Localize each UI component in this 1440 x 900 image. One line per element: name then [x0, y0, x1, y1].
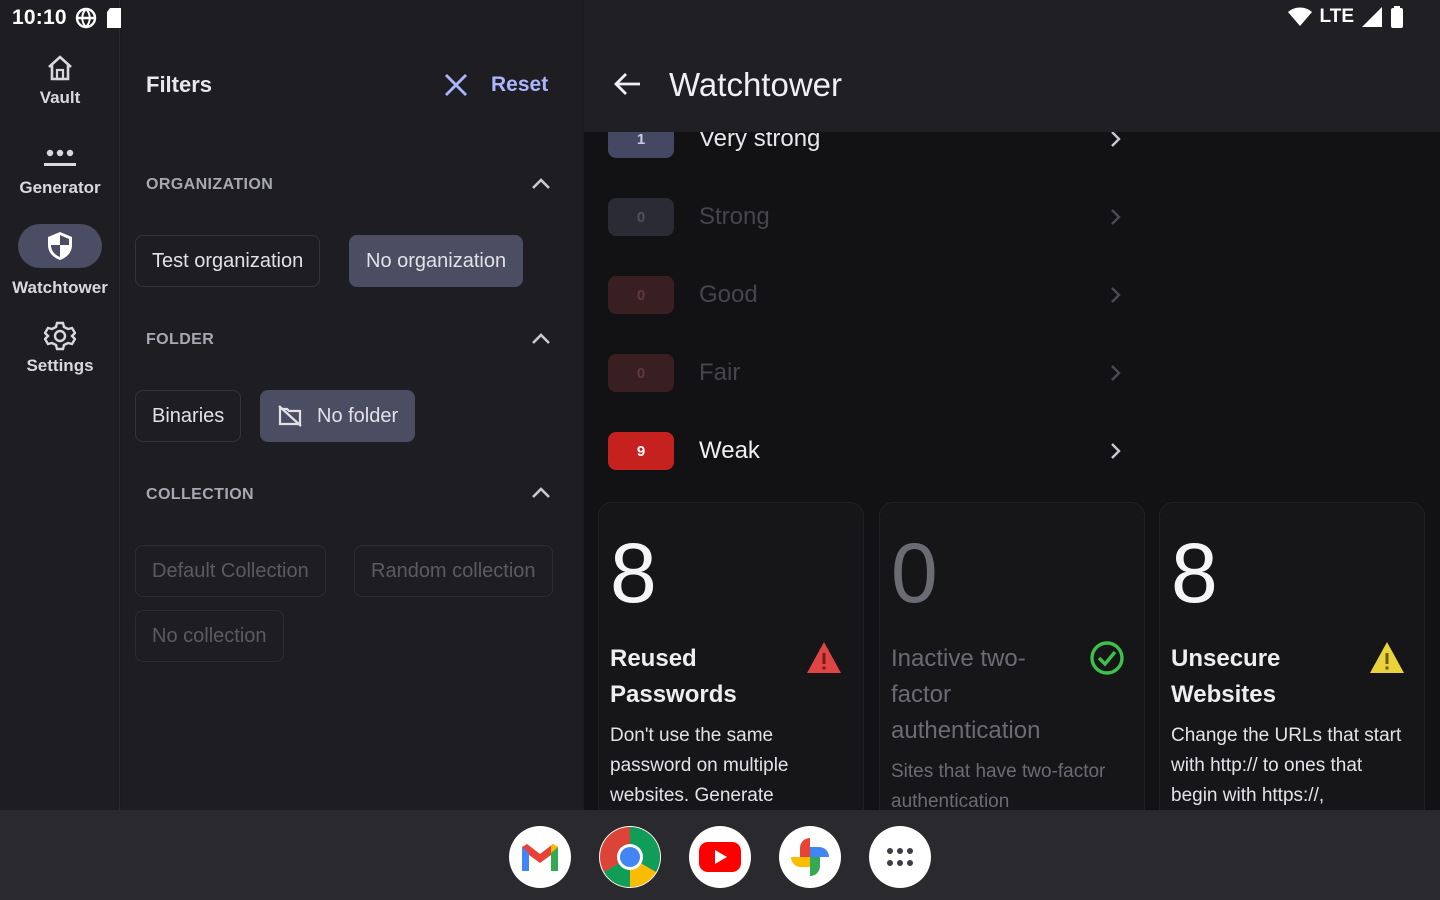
nav-rail: Vault Generator Watchtower Settings — [0, 0, 120, 810]
vpn-globe-icon — [75, 7, 96, 29]
app-drawer[interactable] — [869, 826, 931, 888]
strength-count-badge: 9 — [608, 432, 674, 470]
check-circle-icon — [1090, 641, 1124, 675]
chevron-up-icon[interactable] — [527, 170, 555, 198]
photos-icon — [791, 838, 829, 876]
strength-row-weak[interactable]: 9 Weak — [608, 432, 1124, 472]
folder-off-icon — [278, 405, 302, 427]
chip-label: Binaries — [152, 404, 225, 427]
chip-label: Default Collection — [152, 559, 309, 582]
strength-row-good[interactable]: 0 Good — [608, 276, 1124, 316]
app-drawer-icon — [887, 848, 913, 866]
gmail-icon — [522, 844, 558, 871]
chevron-up-icon[interactable] — [527, 479, 555, 507]
shield-icon — [48, 232, 72, 260]
filters-title: Filters — [146, 72, 213, 97]
chip-default-collection[interactable]: Default Collection — [135, 545, 326, 597]
sd-card-icon — [106, 8, 121, 28]
warning-red-icon — [807, 642, 841, 673]
strength-count-badge: 0 — [608, 354, 674, 392]
strength-row-fair[interactable]: 0 Fair — [608, 354, 1124, 394]
section-title-folder: FOLDER — [146, 331, 215, 348]
card-reused-passwords[interactable]: 8 Reused Passwords Don't use the same pa… — [598, 502, 864, 810]
card-count: 8 — [1171, 526, 1218, 620]
chrome-icon — [600, 826, 660, 888]
reset-button[interactable]: Reset — [491, 73, 548, 97]
signal-icon — [1362, 7, 1382, 27]
nav-item-settings[interactable]: Settings — [0, 314, 120, 376]
card-description: Sites that have two-factor authenticatio… — [891, 761, 1106, 810]
page-title: Watchtower — [669, 66, 842, 103]
chip-test-organization[interactable]: Test organization — [135, 235, 321, 287]
nav-icon-container — [18, 136, 102, 180]
status-time: 10:10 — [12, 6, 67, 29]
status-right: LTE — [1287, 6, 1404, 28]
card-description: Don't use the same password on multiple … — [610, 725, 789, 806]
chip-no-collection[interactable]: No collection — [135, 610, 284, 662]
strength-count-badge: 0 — [608, 198, 674, 236]
gmail-app[interactable] — [509, 826, 571, 888]
nav-label-settings: Settings — [26, 356, 94, 375]
section-title-collection: COLLECTION — [146, 486, 254, 503]
youtube-app[interactable] — [689, 826, 751, 888]
strength-label: Weak — [699, 437, 760, 464]
chip-random-collection[interactable]: Random collection — [354, 545, 553, 597]
nav-item-vault[interactable]: Vault — [0, 46, 120, 108]
chevron-up-icon[interactable] — [527, 325, 555, 353]
taskbar — [0, 810, 1440, 900]
battery-icon — [1391, 6, 1403, 28]
chip-binaries[interactable]: Binaries — [135, 390, 242, 442]
home-icon — [48, 55, 72, 81]
chevron-right-icon — [1111, 287, 1121, 303]
chip-no-organization[interactable]: No organization — [349, 235, 524, 287]
nav-label-watchtower: Watchtower — [12, 278, 108, 297]
chip-label: No folder — [317, 404, 399, 427]
watchtower-screen: Watchtower 1 Very strong 0 Strong 0 Good… — [584, 0, 1440, 810]
card-unsecure-websites[interactable]: 8 Unsecure Websites Change the URLs that… — [1159, 502, 1425, 810]
status-left: 10:10 — [12, 6, 123, 30]
card-title: Unsecure Websites — [1171, 645, 1281, 708]
section-title-organization: ORGANIZATION — [146, 176, 274, 193]
close-icon[interactable] — [441, 70, 471, 100]
nav-item-generator[interactable]: Generator — [0, 136, 120, 198]
filters-panel: Filters Reset ORGANIZATION Test organiza… — [121, 0, 583, 810]
card-count: 8 — [610, 526, 657, 620]
nav-icon-container-active — [18, 224, 102, 268]
chip-label: No collection — [152, 624, 267, 647]
photos-app[interactable] — [779, 826, 841, 888]
chevron-right-icon — [1111, 443, 1121, 459]
strength-label: Strong — [699, 203, 770, 230]
card-title: Inactive two-factor authentication — [891, 645, 1041, 744]
chip-label: No organization — [366, 249, 507, 272]
status-bar: 10:10 LTE — [0, 0, 1440, 38]
password-dots-icon — [44, 149, 76, 166]
youtube-icon — [699, 842, 741, 872]
strength-label: Good — [699, 281, 758, 308]
strength-row-strong[interactable]: 0 Strong — [608, 198, 1124, 238]
back-arrow-icon[interactable] — [612, 68, 644, 100]
card-title: Reused Passwords — [610, 645, 737, 708]
card-count: 0 — [891, 526, 938, 620]
chevron-right-icon — [1111, 209, 1121, 225]
network-type: LTE — [1319, 6, 1354, 27]
card-description: Change the URLs that start with http:// … — [1171, 725, 1402, 806]
nav-label-vault: Vault — [39, 88, 81, 107]
warning-yellow-icon — [1370, 642, 1404, 673]
card-inactive-2fa[interactable]: 0 Inactive two-factor authentication Sit… — [879, 502, 1145, 810]
strength-label: Fair — [699, 359, 741, 386]
nav-item-watchtower[interactable]: Watchtower — [0, 224, 120, 298]
chevron-right-icon — [1111, 365, 1121, 381]
strength-count-badge: 0 — [608, 276, 674, 314]
nav-icon-container — [18, 314, 102, 358]
nav-icon-container — [18, 46, 102, 90]
wifi-icon — [1287, 7, 1312, 26]
chip-no-folder[interactable]: No folder — [260, 390, 416, 442]
gear-icon — [44, 321, 76, 351]
chip-label: Test organization — [152, 249, 304, 272]
nav-label-generator: Generator — [19, 178, 101, 197]
chip-label: Random collection — [371, 559, 536, 582]
chrome-app[interactable] — [599, 826, 661, 888]
